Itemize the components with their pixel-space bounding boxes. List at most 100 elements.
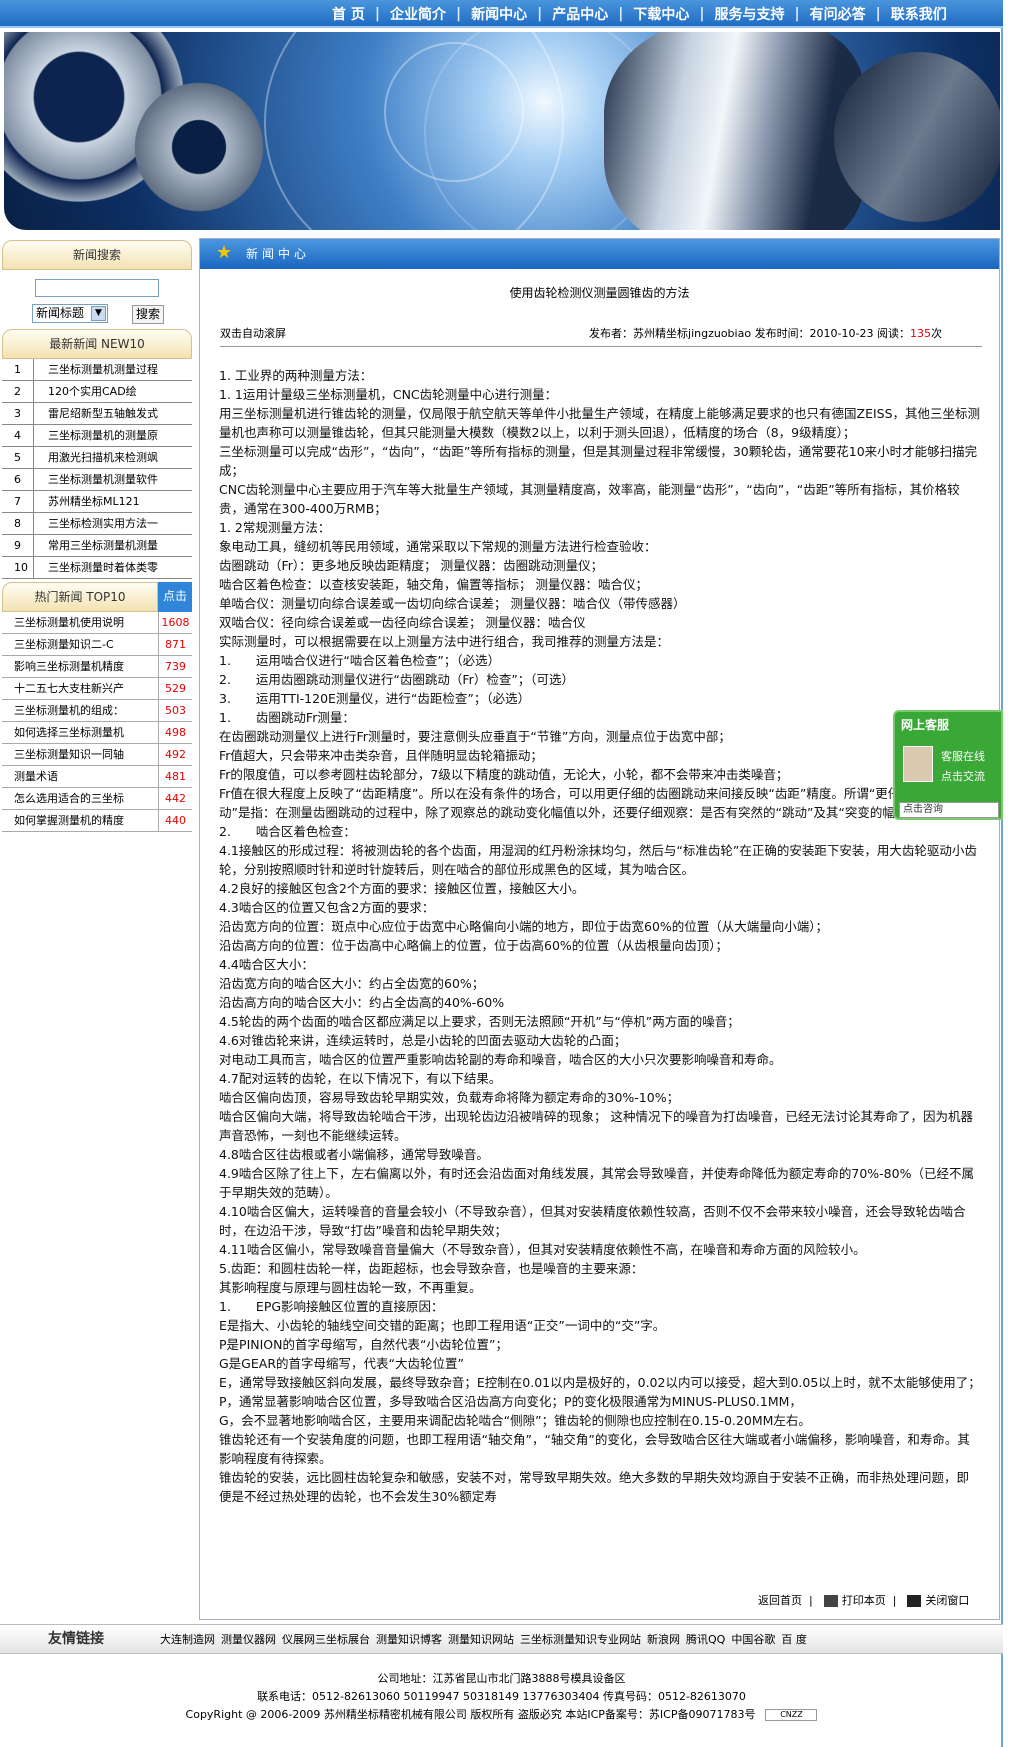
stats-badge[interactable]: CNZZ	[765, 1709, 818, 1721]
hot-news-title[interactable]: 怎么选用适合的三坐标	[2, 788, 158, 809]
friend-link[interactable]: 测量知识网站	[448, 1633, 514, 1646]
print-link[interactable]: 打印本页	[842, 1594, 886, 1607]
article-paragraph: 1. 运用啮合仪进行“啮合区着色检查”；（必选）	[219, 653, 501, 668]
nav-separator: |	[875, 6, 881, 22]
friend-link[interactable]: 测量知识博客	[376, 1633, 442, 1646]
nav-item[interactable]: 新闻中心	[461, 4, 537, 24]
friend-link[interactable]: 大连制造网	[160, 1633, 215, 1646]
hot-news-title[interactable]: 三坐标测量知识一同轴	[2, 744, 158, 765]
latest-news-item[interactable]: 8 三坐标检测实用方法一	[2, 513, 192, 535]
nav-item[interactable]: 产品中心	[542, 4, 618, 24]
nav-item[interactable]: 首 页	[322, 4, 375, 24]
footer-copyright: CopyRight @ 2006-2009 苏州精坐标精密机械有限公司 版权所有…	[185, 1708, 756, 1721]
hot-news-title[interactable]: 如何掌握测量机的精度	[2, 810, 158, 831]
hot-news-item[interactable]: 十二五七大支柱新兴产 529	[2, 678, 192, 700]
nav-item[interactable]: 企业简介	[380, 4, 456, 24]
news-search-box: 新闻标题 ▼ 搜索	[2, 270, 192, 329]
latest-news-item[interactable]: 6 三坐标测量机测量软件	[2, 469, 192, 491]
hot-news-title[interactable]: 如何选择三坐标测量机	[2, 722, 158, 743]
article-paragraph: 4.2良好的接触区包含2个方面的要求：接触区位置，接触区大小。	[219, 881, 585, 896]
auto-scroll-link[interactable]: 双击自动滚屏	[220, 324, 286, 344]
hot-news-count: 1608	[158, 612, 192, 633]
article-paragraph: 啮合区着色检查：以查核安装距，轴交角，偏置等指标； 测量仪器：啮合仪；	[219, 577, 648, 592]
hot-news-item[interactable]: 怎么选用适合的三坐标 442	[2, 788, 192, 810]
hot-news-item[interactable]: 测量术语 481	[2, 766, 192, 788]
friend-link[interactable]: 仪展网三坐标展台	[282, 1633, 370, 1646]
latest-news-item[interactable]: 1 三坐标测量机测量过程	[2, 359, 192, 381]
service-chat-text[interactable]: 点击交流	[941, 768, 985, 784]
article-paragraph: G，会不显著地影响啮合区，主要用来调配齿轮啮合“侧隙”；锥齿轮的侧隙也应控制在0…	[219, 1413, 811, 1428]
latest-news-title[interactable]: 三坐标测量机测量软件	[34, 469, 192, 490]
nav-separator: |	[537, 6, 543, 22]
search-button[interactable]: 搜索	[132, 305, 164, 324]
friend-link[interactable]: 三坐标测量知识专业网站	[520, 1633, 641, 1646]
hot-news-item[interactable]: 三坐标测量知识二-C 871	[2, 634, 192, 656]
friend-link[interactable]: 新浪网	[647, 1633, 680, 1646]
hot-news-title[interactable]: 十二五七大支柱新兴产	[2, 678, 158, 699]
hot-news-item[interactable]: 影响三坐标测量机精度 739	[2, 656, 192, 678]
article-paragraph: CNC齿轮测量中心主要应用于汽车等大批量生产领域，其测量精度高，效率高，能测量“…	[219, 482, 960, 516]
latest-news-title[interactable]: 苏州精坐标ML121	[34, 491, 192, 512]
nav-item[interactable]: 有问必答	[800, 4, 876, 24]
service-avatar	[903, 746, 933, 782]
hot-news-item[interactable]: 三坐标测量机使用说明 1608	[2, 612, 192, 634]
latest-news-title[interactable]: 常用三坐标测量机测量	[34, 535, 192, 556]
hot-news-title[interactable]: 三坐标测量知识二-C	[2, 634, 158, 655]
latest-news-item[interactable]: 4 三坐标测量机的测量原	[2, 425, 192, 447]
article-paragraph: 对电动工具而言，啮合区的位置严重影响齿轮副的寿命和噪音，啮合区的大小只次要影响噪…	[219, 1052, 782, 1067]
latest-news-num: 1	[2, 359, 34, 380]
article-paragraph: 4.8啮合区往齿根或者小端偏移，通常导致噪音。	[219, 1147, 489, 1162]
star-icon: ★	[216, 242, 233, 263]
latest-news-num: 8	[2, 513, 34, 534]
hot-news-title[interactable]: 三坐标测量机的组成：	[2, 700, 158, 721]
nav-item[interactable]: 下载中心	[623, 4, 699, 24]
latest-news-title[interactable]: 三坐标测量机的测量原	[34, 425, 192, 446]
friend-link[interactable]: 中国谷歌	[731, 1633, 775, 1646]
close-window-link[interactable]: 关闭窗口	[925, 1594, 969, 1607]
latest-news-item[interactable]: 10 三坐标测量时着体类零	[2, 557, 192, 579]
article-paragraph: 沿齿高方向的啮合区大小：约占全齿高的40%-60%	[219, 995, 505, 1010]
latest-news-item[interactable]: 5 用激光扫描机来检测飒	[2, 447, 192, 469]
article-meta-text: 发布者：苏州精坐标jingzuobiao 发布时间：2010-10-23 阅读：	[589, 327, 910, 340]
service-online-text[interactable]: 客服在线	[941, 748, 985, 764]
article-paragraph: 5.齿距：和圆柱齿轮一样，齿距超标，也会导致杂音，也是噪音的主要来源：	[219, 1261, 644, 1276]
footer: 公司地址：江苏省昆山市北门路3888号模具设备区 联系电话：0512-82613…	[0, 1670, 1003, 1724]
consult-input[interactable]: 点击咨询	[899, 802, 999, 818]
hot-news-title[interactable]: 测量术语	[2, 766, 158, 787]
article-paragraph: Fr的限度值，可以参考圆柱齿轮部分，7级以下精度的跳动值，无论大，小轮，都不会带…	[219, 767, 789, 782]
latest-news-title[interactable]: 三坐标测量机测量过程	[34, 359, 192, 380]
hot-news-item[interactable]: 三坐标测量知识一同轴 492	[2, 744, 192, 766]
hot-news-title[interactable]: 影响三坐标测量机精度	[2, 656, 158, 677]
search-type-select[interactable]: 新闻标题 ▼	[32, 304, 108, 323]
search-keyword-input[interactable]	[35, 279, 159, 297]
online-service-widget[interactable]: 网上客服 客服在线 点击交流 点击咨询	[893, 710, 1003, 820]
latest-news-item[interactable]: 9 常用三坐标测量机测量	[2, 535, 192, 557]
article-paragraph: 沿齿高方向的位置：位于齿高中心略偏上的位置，位于齿高60%的位置（从齿根量向齿顶…	[219, 938, 729, 953]
nav-separator: |	[699, 6, 705, 22]
latest-news-title[interactable]: 120个实用CAD绘	[34, 381, 192, 402]
nav-item[interactable]: 服务与支持	[705, 4, 795, 24]
latest-news-item[interactable]: 7 苏州精坐标ML121	[2, 491, 192, 513]
hot-news-count: 739	[158, 656, 192, 677]
article-paragraph: 沿齿宽方向的位置：斑点中心应位于齿宽中心略偏向小端的地方，即位于齿宽60%的位置…	[219, 919, 829, 934]
hot-news-item[interactable]: 如何掌握测量机的精度 440	[2, 810, 192, 832]
latest-news-title[interactable]: 三坐标测量时着体类零	[34, 557, 192, 578]
nav-item[interactable]: 联系我们	[881, 4, 957, 24]
latest-news-item[interactable]: 3 雷尼绍新型五轴触发式	[2, 403, 192, 425]
article-paragraph: 沿齿宽方向的啮合区大小：约占全齿宽的60%；	[219, 976, 485, 991]
hot-news-title[interactable]: 三坐标测量机使用说明	[2, 612, 158, 633]
back-home-link[interactable]: 返回首页	[758, 1594, 802, 1607]
latest-news-title[interactable]: 雷尼绍新型五轴触发式	[34, 403, 192, 424]
latest-news-title[interactable]: 用激光扫描机来检测飒	[34, 447, 192, 468]
hot-news-item[interactable]: 如何选择三坐标测量机 498	[2, 722, 192, 744]
latest-news-title[interactable]: 三坐标检测实用方法一	[34, 513, 192, 534]
article-paragraph: Fr值超大，只会带来冲击类杂音，且伴随明显齿轮箱振动；	[219, 748, 543, 763]
latest-news-num: 10	[2, 557, 34, 578]
friend-link[interactable]: 腾讯QQ	[686, 1633, 725, 1646]
friend-link[interactable]: 百 度	[781, 1633, 807, 1646]
hot-news-item[interactable]: 三坐标测量机的组成： 503	[2, 700, 192, 722]
friend-link[interactable]: 测量仪器网	[221, 1633, 276, 1646]
article-paragraph: 4.9啮合区除了往上下，左右偏离以外，有时还会沿齿面对角线发展，其常会导致噪音，…	[219, 1166, 974, 1200]
latest-news-header: 最新新闻 NEW10	[2, 329, 192, 359]
latest-news-item[interactable]: 2 120个实用CAD绘	[2, 381, 192, 403]
